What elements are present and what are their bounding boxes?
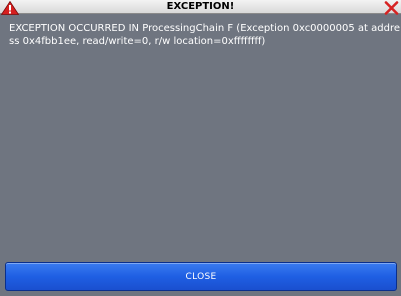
close-button-label: CLOSE — [185, 271, 217, 282]
exception-message: EXCEPTION OCCURRED IN ProcessingChain F … — [9, 23, 400, 47]
exception-dialog: EXCEPTION! EXCEPTION OCCURRED IN Process… — [0, 0, 401, 296]
close-button[interactable]: CLOSE — [5, 262, 397, 291]
dialog-titlebar: EXCEPTION! — [0, 0, 401, 15]
dialog-title: EXCEPTION! — [166, 1, 235, 12]
close-x-icon[interactable] — [384, 0, 399, 15]
